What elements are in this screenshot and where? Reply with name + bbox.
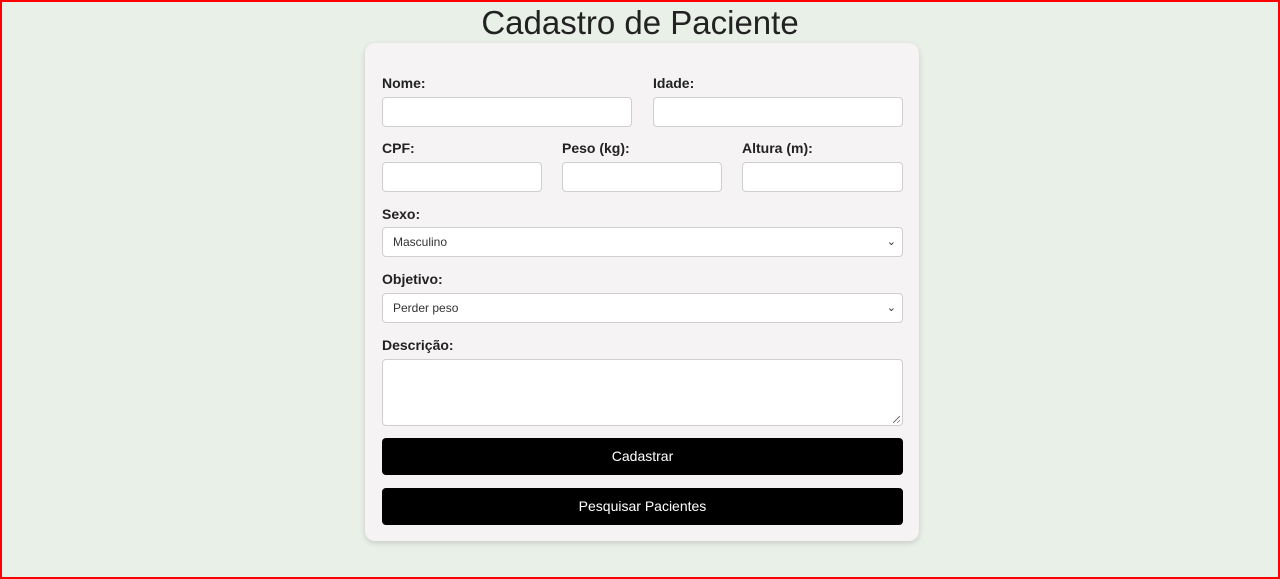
objetivo-label: Objetivo: [382,271,443,287]
objetivo-field-group: Objetivo: [382,270,443,288]
patient-form-card: Nome: Idade: CPF: Peso (kg): Altura (m):… [365,43,919,541]
altura-field-group: Altura (m): [742,139,813,157]
idade-label: Idade: [653,75,695,91]
cpf-label: CPF: [382,140,415,156]
descricao-label: Descrição: [382,337,454,353]
objetivo-select[interactable]: Perder peso ⌄ [382,293,903,323]
peso-input[interactable] [562,162,722,192]
nome-label: Nome: [382,75,426,91]
nome-field-group: Nome: [382,74,426,92]
chevron-down-icon: ⌄ [886,302,896,314]
altura-label: Altura (m): [742,140,813,156]
peso-field-group: Peso (kg): [562,139,630,157]
pesquisar-pacientes-button[interactable]: Pesquisar Pacientes [382,488,903,525]
nome-input[interactable] [382,97,632,127]
cpf-field-group: CPF: [382,139,415,157]
cadastrar-button[interactable]: Cadastrar [382,438,903,475]
sexo-field-group: Sexo: [382,205,420,223]
objetivo-selected-value: Perder peso [393,301,459,315]
idade-input[interactable] [653,97,903,127]
sexo-label: Sexo: [382,206,421,222]
sexo-selected-value: Masculino [393,235,448,249]
chevron-down-icon: ⌄ [886,236,896,248]
sexo-select[interactable]: Masculino ⌄ [382,227,903,257]
peso-label: Peso (kg): [562,140,630,156]
idade-field-group: Idade: [653,74,694,92]
page-title: Cadastro de Paciente [481,4,799,41]
descricao-field-group: Descrição: [382,336,454,354]
resize-grip-icon[interactable] [893,416,900,423]
altura-input[interactable] [742,162,903,192]
cpf-input[interactable] [382,162,542,192]
descricao-textarea[interactable] [382,359,903,426]
